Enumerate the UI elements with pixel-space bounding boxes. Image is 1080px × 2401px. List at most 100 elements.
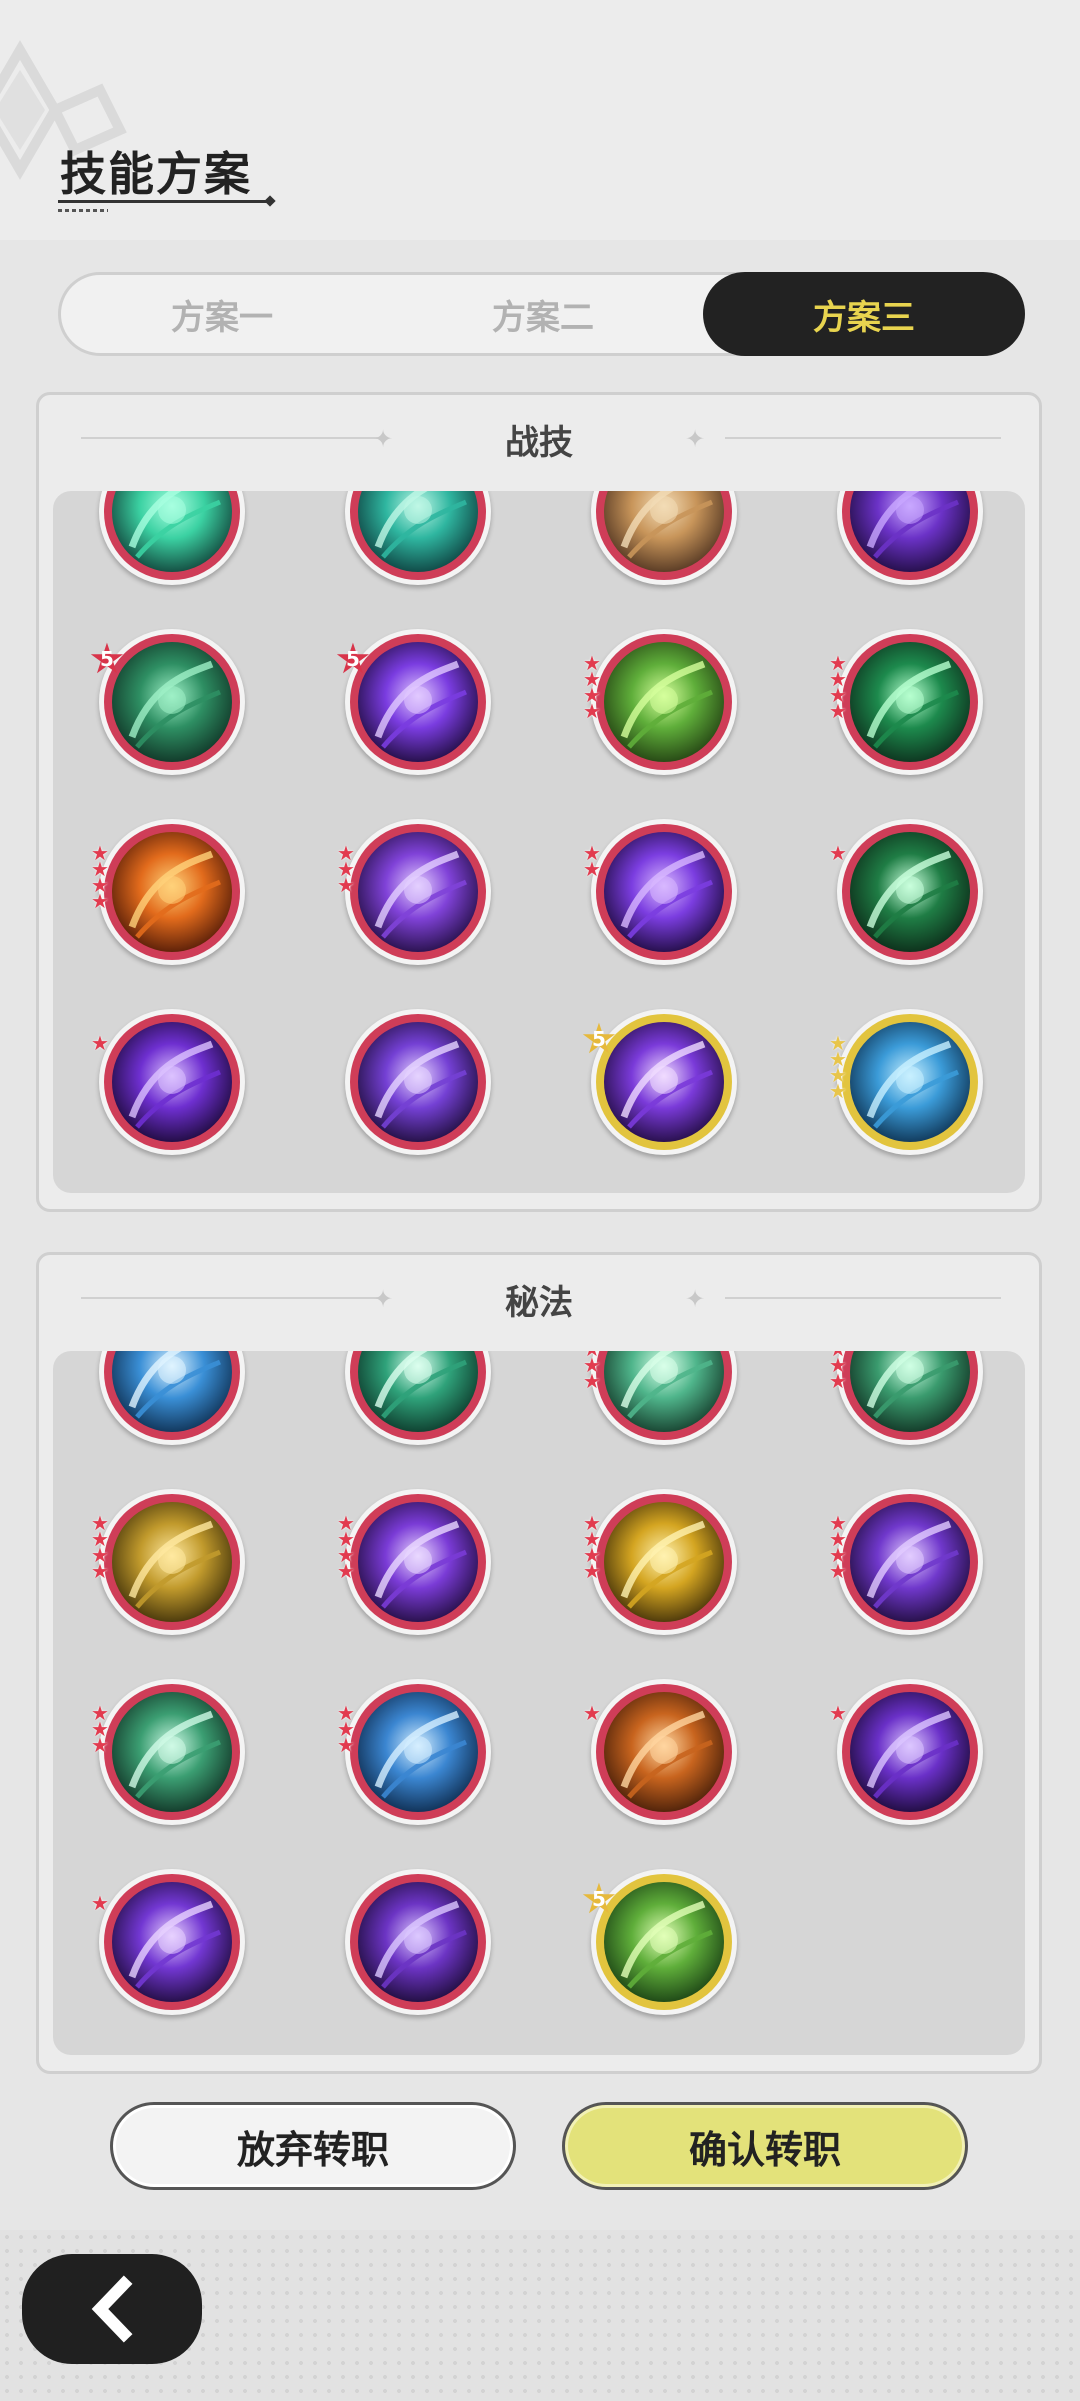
purple-sigil-icon[interactable]: ★ (91, 1869, 245, 2015)
abandon-job-change-button[interactable]: 放弃转职 (110, 2102, 516, 2190)
purple-eye2-icon[interactable] (345, 1869, 491, 2015)
skill-art (358, 1882, 478, 2002)
skill-art (358, 1692, 478, 1812)
green-cloak-icon[interactable]: ★★★★ (583, 1351, 737, 1445)
tree-stump-icon[interactable]: ★ ★ ★ ★ (583, 629, 737, 775)
star-rank: ★ (829, 843, 853, 863)
rank-badge-number: 5 (592, 1887, 606, 1911)
teal-vortex-icon[interactable] (345, 491, 491, 585)
green-cross-icon[interactable]: ★ ★ ★ ★ (829, 629, 983, 775)
star-icon: ★ (337, 873, 355, 897)
skill-art (112, 1882, 232, 2002)
skill-art (850, 832, 970, 952)
purple-rune-icon[interactable]: ★ ★ ★ ★ (337, 1489, 491, 1635)
purple-swirl-icon[interactable]: ★ ★ (583, 819, 737, 965)
star-rank: ★ (583, 1701, 607, 1725)
star-rank: ★ ★ ★ (337, 1703, 361, 1757)
title-dots (58, 209, 108, 212)
star-icon: ★ (829, 1701, 847, 1725)
tab-plan-1[interactable]: 方案一 (61, 272, 383, 356)
star-rank: ★★★★ (829, 1033, 853, 1103)
star-rank: ★★★★ (829, 653, 853, 723)
skill-art (604, 1022, 724, 1142)
teal-slash-icon[interactable] (99, 491, 245, 585)
skill-art (112, 642, 232, 762)
skill-art (604, 1692, 724, 1812)
star-icon: ★ (337, 1733, 355, 1757)
ice-crystal-icon[interactable]: ★ ★ ★ ★ (829, 1009, 983, 1155)
star-rank: ★ ★ ★ (91, 1703, 115, 1757)
purple-strike-icon[interactable]: ★ (91, 1009, 245, 1155)
tab-plan-3[interactable]: 方案三 (703, 272, 1025, 356)
star-icon: ★ (829, 1369, 847, 1393)
title-underline (58, 200, 272, 203)
green-helm-icon[interactable]: ★★★★ (829, 1351, 983, 1445)
purple-emblem-icon[interactable]: ★ 5 (580, 1009, 737, 1155)
purple-hand-icon[interactable]: ★ ★ ★ ★ (829, 1489, 983, 1635)
combat-skills-panel: ✦ 战技 ✦ ★ 5 ★ 5 ★ ★ ★ ★ ★ ★ ★ ★ ★ ★ ★ ★ ★… (36, 392, 1042, 1212)
star-rank: ★ (91, 1031, 115, 1055)
purple-crown-icon[interactable]: ★ ★ ★ (337, 819, 491, 965)
rank-badge: ★ 5 (333, 638, 373, 680)
purple-eye-icon[interactable]: ★ 5 (334, 629, 491, 775)
page-title: 技能方案 (60, 147, 252, 201)
secret-section-title: 秘法 (505, 1283, 573, 1323)
star-rank: ★ (91, 1893, 115, 1913)
tab-plan-2[interactable]: 方案二 (382, 272, 704, 356)
purple-orb-icon[interactable] (837, 491, 983, 585)
secret-skills-panel: ✦ 秘法 ✦ ★ ★ ★ ★ ★ ★ ★ ★ ★ ★ ★ ★ ★ ★ ★ ★ ★… (36, 1252, 1042, 2074)
skill-art (358, 1502, 478, 1622)
skill-art (112, 1022, 232, 1142)
star-icon: ★ (829, 1079, 847, 1103)
skill-art (850, 1692, 970, 1812)
skill-art (850, 642, 970, 762)
green-potion-icon[interactable]: ★ 5 (580, 1869, 737, 2015)
sparkle-icon: ✦ (685, 425, 706, 453)
skill-art (850, 1022, 970, 1142)
skill-art (358, 832, 478, 952)
purple-cross-icon[interactable]: ★ (829, 1679, 983, 1825)
blue-shard-icon[interactable]: ★ ★ ★ (337, 1679, 491, 1825)
green-golem-icon[interactable]: ★ ★ ★ (91, 1679, 245, 1825)
orange-roar-icon[interactable]: ★ (583, 1679, 737, 1825)
purple-arrow-icon[interactable] (345, 1009, 491, 1155)
star-icon: ★ (583, 1559, 601, 1583)
thorn-ring-icon[interactable]: ★ 5 (88, 629, 245, 775)
star-icon: ★ (91, 1031, 109, 1055)
star-rank: ★ (829, 1701, 853, 1725)
rank-badge-number: 5 (346, 647, 360, 671)
rank-badge: ★ 5 (579, 1018, 619, 1060)
rank-badge: ★ 5 (579, 1878, 619, 1920)
combat-skill-grid[interactable]: ★ 5 ★ 5 ★ ★ ★ ★ ★ ★ ★ ★ ★ ★ ★ ★ ★ ★ ★ ★ … (53, 491, 1025, 1193)
star-rank: ★ ★ (583, 843, 607, 879)
confirm-job-change-button[interactable]: 确认转职 (562, 2102, 968, 2190)
star-rank: ★★★★ (829, 1513, 853, 1581)
star-rank: ★★★★ (91, 1513, 115, 1581)
skill-art (358, 642, 478, 762)
back-button[interactable] (22, 2254, 202, 2364)
green-figure-icon[interactable] (345, 1351, 491, 1445)
skill-art (604, 832, 724, 952)
gold-burst-icon[interactable]: ★ ★ ★ ★ (583, 1489, 737, 1635)
star-rank: ★★★★ (337, 1513, 361, 1583)
skill-art (358, 1022, 478, 1142)
panel-header: ✦ 秘法 ✦ (39, 1255, 1039, 1345)
star-rank: ★ ★ ★ (337, 843, 361, 897)
skill-art (604, 642, 724, 762)
chevron-left-icon (91, 2275, 133, 2343)
rank-badge: ★ 5 (87, 638, 127, 680)
star-icon: ★ (583, 1701, 601, 1725)
star-icon: ★ (583, 1369, 601, 1393)
rank-badge-number: 5 (100, 647, 114, 671)
secret-skill-grid[interactable]: ★ ★ ★ ★ ★ ★ ★ ★ ★ ★ ★ ★ ★ ★ ★ ★ ★ ★ ★ ★ … (53, 1351, 1025, 2055)
fire-wolf-icon[interactable]: ★ ★ ★ ★ (91, 819, 245, 965)
star-icon: ★ (337, 1559, 355, 1583)
green-bubbles-icon[interactable]: ★ (829, 819, 983, 965)
blue-figure-icon[interactable] (99, 1351, 245, 1445)
gold-shield-icon[interactable]: ★ ★ ★ ★ (91, 1489, 245, 1635)
star-icon: ★ (829, 699, 847, 723)
star-icon: ★ (91, 1733, 109, 1757)
skill-art (850, 1502, 970, 1622)
star-rank: ★★★★ (583, 653, 607, 721)
brown-claw-icon[interactable] (591, 491, 737, 585)
